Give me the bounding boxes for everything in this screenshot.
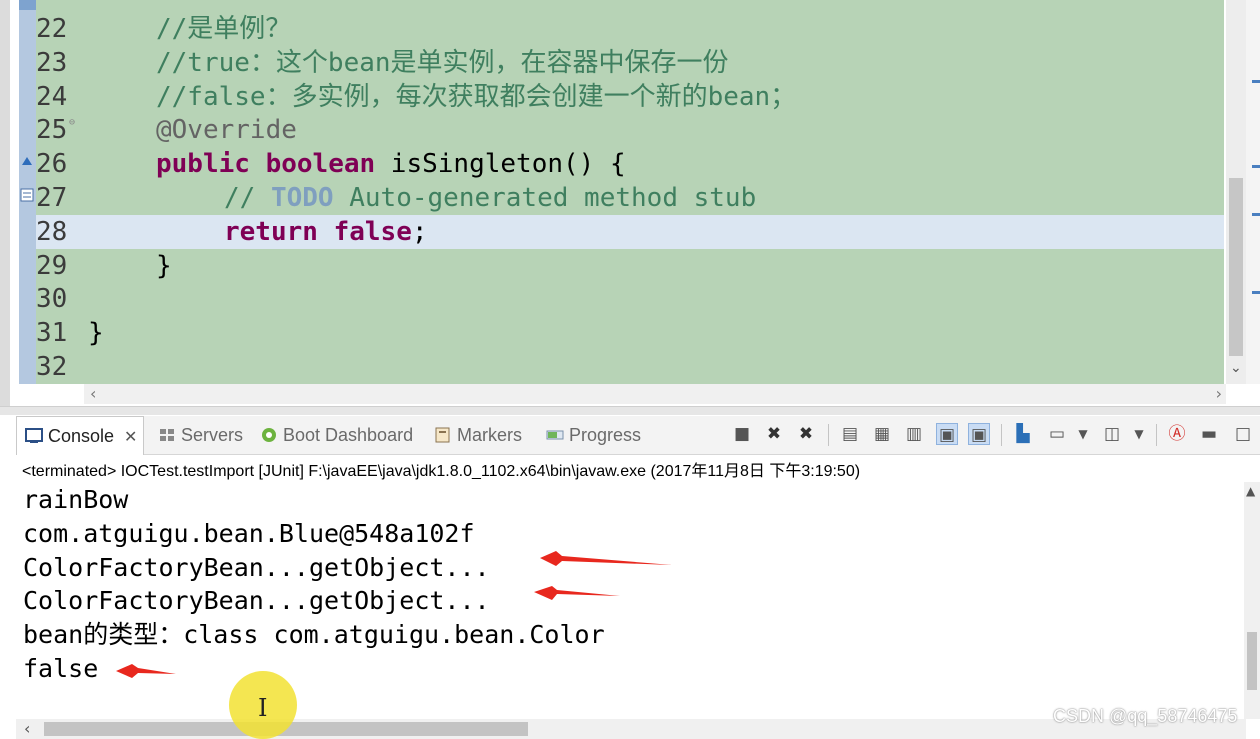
console-icon [25,428,43,443]
code-line[interactable]: 22 //是单例？ [36,12,1224,46]
tab-progress[interactable]: Progress [546,416,641,454]
code-text: //false：多实例，每次获取都会创建一个新的bean； [156,81,797,112]
code-line[interactable]: 25 @Override [36,113,1224,147]
view-separator[interactable] [0,406,1260,415]
text-cursor-icon: I [258,694,268,722]
display-console-icon[interactable]: ▭ [1046,423,1068,445]
boot-dashboard-icon [262,428,276,442]
tab-console[interactable]: Console ✕ [16,416,145,455]
scroll-right-icon[interactable]: › [1216,384,1222,403]
code-line[interactable]: 26 public boolean isSingleton() { [36,147,1224,181]
tab-markers[interactable]: Markers [434,416,522,454]
show-on-stdout-icon[interactable]: ▣ [936,423,958,445]
task-marker-icon[interactable] [20,188,34,202]
code-text: } [88,318,104,349]
scroll-left-icon[interactable]: ‹ [24,719,30,738]
line-number: 24 [36,81,68,112]
line-number: 23 [36,47,68,78]
line-number: 29 [36,250,68,281]
scroll-left-icon[interactable]: ‹ [90,384,96,403]
line-number: 22 [36,14,68,44]
code-text: //是单例？ [156,14,292,44]
code-text: public boolean isSingleton() { [156,149,626,180]
markers-icon [435,427,450,443]
console-line: ColorFactoryBean...getObject... [23,552,490,582]
scroll-up-icon[interactable]: ▲ [1246,484,1255,498]
tab-boot-dashboard[interactable]: Boot Dashboard [260,416,413,454]
code-line[interactable]: 32 [36,350,1224,384]
spring-icon[interactable]: Ⓐ [1166,423,1188,445]
console-scroll-thumb[interactable] [1247,632,1257,690]
line-number: 25 [36,115,68,146]
open-console-icon[interactable]: ◫ [1101,423,1123,445]
tab-servers[interactable]: Servers [158,416,243,454]
code-text: } [156,250,172,281]
code-text: // TODO Auto-generated method stub [224,183,757,213]
tab-label: Servers [181,425,244,445]
tab-label: Console [48,426,115,446]
code-line[interactable]: 29} [36,249,1224,283]
line-number: 27 [36,183,68,213]
close-icon[interactable]: ✕ [124,429,137,446]
code-line[interactable]: 24 //false：多实例，每次获取都会创建一个新的bean； [36,80,1224,114]
line-number: 28 [36,216,68,247]
code-area[interactable]: 22 //是单例？ 23 //true：这个bean是单实例，在容器中保存一份 24 //… [36,0,1224,384]
code-editor[interactable]: 22 //是单例？ 23 //true：这个bean是单实例，在容器中保存一份 24 //… [0,0,1260,408]
editor-scroll-thumb[interactable] [1229,178,1243,356]
line-number: 26 [36,149,68,180]
console-line: com.atguigu.bean.Blue@548a102f [23,518,475,548]
code-text: return false; [224,216,428,247]
line-number: 30 [36,284,68,315]
fold-toggle-icon[interactable]: ⊖ [69,117,75,128]
tab-label: Boot Dashboard [283,425,414,445]
word-wrap-icon[interactable]: ▥ [903,423,925,445]
launch-status: <terminated> IOCTest.testImport [JUnit] … [22,463,861,480]
console-line: false [23,654,99,683]
console-line: ColorFactoryBean...getObject... [23,586,490,616]
code-line[interactable]: 30 [36,282,1224,316]
progress-icon [546,430,564,440]
servers-icon [160,429,174,441]
line-number: 32 [36,352,68,382]
code-text: @Override [156,115,297,146]
editor-left-strip [0,0,10,408]
tab-label: Markers [457,425,523,445]
line-number: 31 [36,318,68,349]
console-output[interactable]: rainBow com.atguigu.bean.Blue@548a102f Col… [16,482,1244,722]
console-vertical-scrollbar[interactable]: ▲ [1244,482,1260,719]
override-marker-icon[interactable] [20,155,34,169]
pin-console-icon[interactable]: ▙ [1012,423,1034,445]
chevron-down-icon[interactable]: ▼ [1128,423,1150,445]
remove-all-terminated-icon[interactable]: ✖ [795,423,817,445]
terminate-icon[interactable]: ■ [731,423,753,445]
scroll-down-icon[interactable]: ⌄ [1230,360,1242,376]
minimize-icon[interactable]: ▬ [1198,423,1220,445]
console-line: rainBow [23,485,129,514]
code-line[interactable]: 27 // TODO Auto-generated method stub [36,181,1224,215]
console-line: bean的类型：class com.atguigu.bean.Color [23,620,605,650]
watermark: CSDN @qq_58746475 [1053,706,1238,726]
chevron-down-icon[interactable]: ▼ [1072,423,1094,445]
scroll-lock-icon[interactable]: ▦ [871,423,893,445]
code-text: //true：这个bean是单实例，在容器中保存一份 [156,47,729,78]
tab-label: Progress [569,425,642,445]
clear-console-icon[interactable]: ▤ [839,423,861,445]
overview-ruler[interactable] [1246,0,1260,384]
code-line[interactable]: 31} [36,316,1224,350]
remove-launch-icon[interactable]: ✖ [763,423,785,445]
maximize-icon[interactable]: □ [1232,423,1254,445]
editor-vertical-scrollbar[interactable]: ⌄ [1226,0,1246,384]
code-line[interactable]: 28 return false; [36,214,1224,249]
code-line[interactable]: 23 //true：这个bean是单实例，在容器中保存一份 [36,46,1224,80]
editor-horizontal-scrollbar[interactable]: ‹ › [84,384,1226,404]
show-on-stderr-icon[interactable]: ▣ [968,423,990,445]
